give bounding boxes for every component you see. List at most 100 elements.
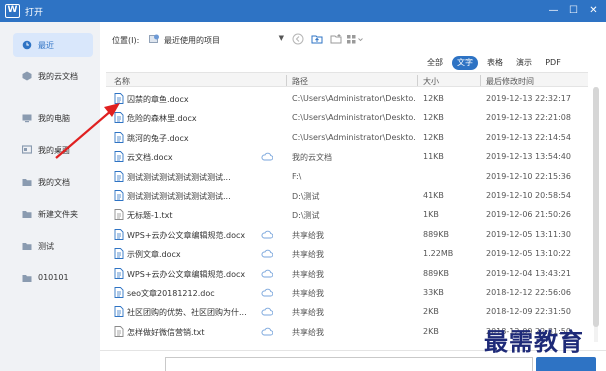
table-row[interactable]: 危险的森林里.docx C:\Users\Administrator\Deskto…	[106, 108, 588, 127]
up-folder-icon[interactable]	[311, 33, 323, 45]
column-header-size[interactable]: 大小	[423, 76, 439, 87]
cloud-icon	[261, 249, 273, 258]
column-divider[interactable]	[417, 75, 418, 86]
column-header-name[interactable]: 名称	[114, 76, 130, 87]
sidebar: 最近 我的云文档 我的电脑 我的桌面 我的文档 新建文件夹 测试 010101	[0, 22, 100, 371]
column-divider[interactable]	[480, 75, 481, 86]
file-path: D:\测试	[292, 211, 320, 221]
view-mode-icon[interactable]	[346, 33, 364, 45]
title-bar: W 打开 — ☐ ✕	[0, 0, 606, 22]
table-row[interactable]: 云文档.docx 我的云文档 11KB 2019-12-13 13:54:40	[106, 147, 588, 166]
file-name: 社区团购的优势、社区团购为什...	[127, 308, 247, 318]
sidebar-item-new-folder[interactable]: 新建文件夹	[13, 202, 93, 226]
scrollbar-thumb[interactable]	[593, 87, 599, 327]
file-modified-date: 2019-12-10 22:15:36	[486, 171, 571, 181]
file-path: 共享给我	[292, 289, 324, 298]
txt-file-icon	[114, 209, 124, 221]
file-modified-date: 2019-12-13 13:54:40	[486, 152, 571, 162]
folder-icon	[22, 243, 32, 250]
table-header: 名称 路径 大小 最后修改时间	[106, 72, 588, 87]
table-row[interactable]: seo文章20181212.doc 共享给我 33KB 2018-12-12 22:5…	[106, 283, 588, 302]
file-size: 11KB	[423, 152, 444, 162]
file-name: 跳河的兔子.docx	[127, 133, 189, 143]
file-size: 889KB	[423, 268, 450, 278]
folder-icon	[22, 275, 32, 282]
table-row[interactable]: 社区团购的优势、社区团购为什... 共享给我 2KB 2018-12-09 22:31…	[106, 302, 588, 321]
doc-file-icon	[114, 190, 124, 201]
sidebar-item-label: 测试	[38, 242, 54, 251]
file-path: F:\	[292, 171, 302, 181]
table-row[interactable]: 跳河的兔子.docx C:\Users\Administrator\Deskto.…	[106, 128, 588, 147]
sidebar-item-010101[interactable]: 010101	[13, 266, 93, 290]
file-modified-date: 2019-12-13 22:32:17	[486, 94, 571, 103]
maximize-button[interactable]: ☐	[566, 3, 581, 18]
cloud-icon	[261, 327, 273, 336]
table-row[interactable]: 囚禁的章鱼.docx C:\Users\Administrator\Deskto.…	[106, 89, 588, 108]
file-modified-date: 2019-12-05 13:10:22	[486, 249, 571, 259]
sidebar-item-label: 010101	[38, 273, 69, 282]
doc-file-icon	[114, 112, 124, 124]
table-row[interactable]: 测试测试测试测试测试测试... D:\测试 41KB 2019-12-10 20:58…	[106, 186, 588, 205]
wps-logo-icon: W	[5, 4, 20, 18]
sidebar-item-my-documents[interactable]: 我的文档	[13, 170, 93, 194]
sidebar-item-cloud-docs[interactable]: 我的云文档	[13, 64, 93, 88]
column-divider[interactable]	[286, 75, 287, 86]
computer-icon	[22, 114, 32, 123]
doc-file-icon	[114, 170, 124, 182]
clock-icon	[22, 40, 32, 50]
filter-tab-text[interactable]: 文字	[452, 56, 478, 70]
table-row[interactable]: WPS+云办公文章编辑规范.docx 共享给我 889KB 2019-12-05 13…	[106, 225, 588, 244]
folder-icon	[22, 179, 32, 186]
file-path: 我的云文档	[292, 153, 332, 163]
sidebar-item-my-computer[interactable]: 我的电脑	[13, 106, 93, 130]
file-name: 云文档.docx	[127, 153, 173, 163]
cloud-icon	[261, 152, 273, 161]
file-name: 示例文章.docx	[127, 250, 181, 260]
column-header-path[interactable]: 路径	[292, 76, 308, 87]
file-size: 41KB	[423, 191, 444, 200]
vertical-scrollbar[interactable]	[592, 87, 600, 342]
cloud-icon	[261, 308, 273, 316]
filter-tab-all[interactable]: 全部	[424, 56, 446, 70]
filter-tab-presentation[interactable]: 演示	[513, 56, 535, 70]
location-value: 最近使用的项目	[164, 36, 220, 45]
sidebar-item-recent[interactable]: 最近	[13, 33, 93, 57]
file-name: 测试测试测试测试测试测试...	[127, 172, 231, 182]
table-row[interactable]: WPS+云办公文章编辑规范.docx 共享给我 889KB 2019-12-04 13…	[106, 264, 588, 283]
close-button[interactable]: ✕	[586, 3, 601, 18]
filter-tab-sheet[interactable]: 表格	[484, 56, 506, 70]
sidebar-item-label: 我的电脑	[38, 114, 70, 123]
file-name: WPS+云办公文章编辑规范.docx	[127, 230, 246, 240]
filter-tab-pdf[interactable]: PDF	[542, 56, 564, 70]
doc-file-icon	[114, 248, 124, 260]
file-path: D:\测试	[292, 192, 320, 201]
sidebar-item-test[interactable]: 测试	[13, 234, 93, 258]
file-path: 共享给我	[292, 269, 324, 279]
location-dropdown[interactable]: 最近使用的项目 ▼	[146, 31, 287, 47]
open-button[interactable]	[536, 357, 596, 371]
file-modified-date: 2019-12-04 13:43:21	[486, 268, 571, 278]
filename-input[interactable]	[165, 357, 533, 371]
file-size: 12KB	[423, 132, 444, 142]
chevron-down-icon: ▼	[278, 34, 284, 42]
txt-file-icon	[114, 325, 124, 337]
table-row[interactable]: 测试测试测试测试测试测试... F:\ 2019-12-10 22:15:36	[106, 167, 588, 186]
file-size: 12KB	[423, 94, 444, 103]
file-modified-date: 2019-12-13 22:21:08	[486, 113, 571, 123]
doc-file-icon	[114, 267, 124, 279]
minimize-button[interactable]: —	[546, 3, 561, 18]
back-icon[interactable]	[292, 33, 304, 45]
sidebar-item-label: 我的桌面	[38, 146, 70, 155]
file-modified-date: 2019-12-13 22:14:54	[486, 132, 571, 142]
column-header-modified[interactable]: 最后修改时间	[486, 76, 534, 87]
table-row[interactable]: 示例文章.docx 共享给我 1.22MB 2019-12-05 13:10:22	[106, 244, 588, 263]
new-folder-icon[interactable]	[330, 33, 342, 45]
doc-file-icon	[114, 287, 124, 298]
file-size: 1.22MB	[423, 249, 454, 259]
table-row[interactable]: 无标题-1.txt D:\测试 1KB 2019-12-06 21:50:26	[106, 205, 588, 224]
file-name: seo文章20181212.doc	[127, 289, 215, 298]
file-name: 测试测试测试测试测试测试...	[127, 192, 231, 201]
sidebar-item-my-desktop[interactable]: 我的桌面	[13, 138, 93, 162]
doc-file-icon	[114, 93, 124, 104]
doc-file-icon	[114, 131, 124, 143]
